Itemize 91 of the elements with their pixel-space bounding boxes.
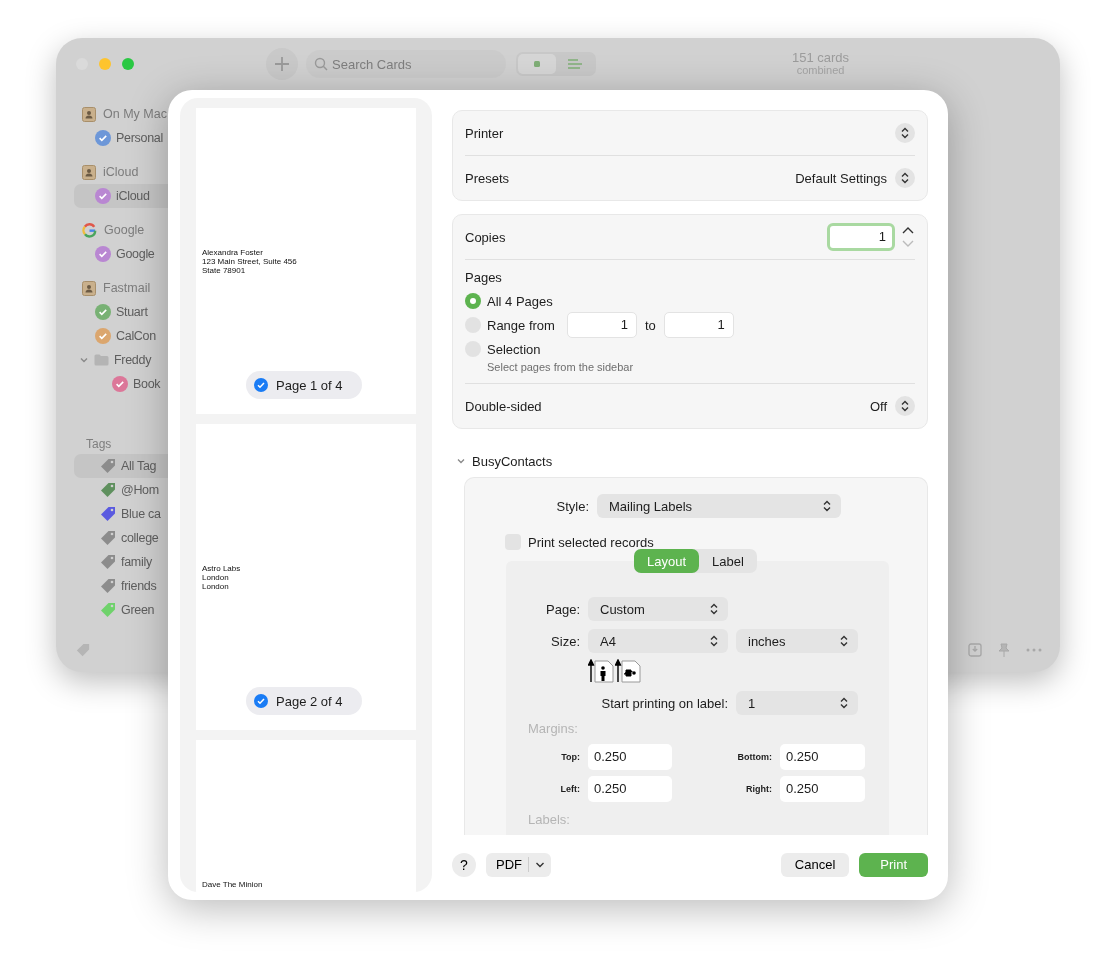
size-label: Size:: [550, 633, 580, 649]
copies-field[interactable]: 1: [827, 223, 895, 251]
caret-icon: [535, 860, 545, 869]
section-disclosure[interactable]: BusyContacts: [452, 451, 928, 471]
source-heading: Fastmail: [103, 281, 151, 295]
copies-label: Copies: [465, 229, 506, 245]
list-icon: [568, 59, 582, 69]
printer-popup[interactable]: Printer: [465, 111, 915, 155]
address-book-icon: [82, 164, 96, 180]
option-label: All 4 Pages: [487, 293, 553, 309]
page-label: Page:: [545, 601, 580, 617]
double-sided-value: Off: [869, 398, 887, 414]
style-label: Style:: [555, 498, 589, 514]
option-label: Selection: [487, 341, 541, 357]
popup-arrows-icon: [895, 168, 915, 188]
start-label: Start printing on label:: [600, 695, 728, 711]
zoom-button[interactable]: [122, 58, 134, 70]
range-from-field[interactable]: 1: [566, 312, 637, 338]
popup-arrows-icon: [823, 500, 831, 512]
colored-g-icon: [82, 222, 97, 238]
source-heading: iCloud: [103, 165, 139, 179]
double-sided-popup[interactable]: Double-sided Off: [465, 384, 915, 428]
address-line: 123 Main Street, Suite 456: [202, 257, 297, 266]
source-heading: On My Mac: [103, 107, 167, 121]
pages-label: Pages: [465, 270, 503, 285]
margin-label: Bottom:: [736, 752, 772, 762]
search-icon: [314, 57, 328, 71]
checkbox-label: Print selected records: [528, 534, 654, 550]
view-toggle[interactable]: [516, 52, 596, 76]
more-icon[interactable]: [1026, 648, 1042, 652]
double-sided-label: Double-sided: [465, 398, 542, 414]
chevron-icon[interactable]: [79, 355, 89, 365]
radio-button[interactable]: [465, 293, 481, 309]
start-label-dropdown[interactable]: 1: [736, 691, 858, 715]
unit-dropdown[interactable]: inches: [736, 629, 858, 653]
popup-arrows-icon: [895, 123, 915, 143]
address-line: Dave The Minion: [202, 880, 263, 889]
presets-label: Presets: [465, 170, 510, 186]
landscape-orientation-icon[interactable]: [615, 659, 641, 683]
inbox-icon[interactable]: [968, 643, 982, 657]
popup-arrows-icon: [840, 635, 848, 647]
margin-field[interactable]: 0.250: [588, 744, 672, 770]
search-field[interactable]: Search Cards: [306, 50, 506, 78]
address-book-icon: [82, 280, 96, 296]
margin-field[interactable]: 0.250: [780, 776, 865, 802]
help-button[interactable]: ?: [452, 852, 476, 877]
margin-label: Right:: [745, 784, 772, 794]
address-line: London: [202, 582, 230, 591]
popup-arrows-icon: [710, 603, 718, 615]
address-line: State 78901: [202, 266, 247, 275]
pin-icon[interactable]: [998, 643, 1010, 657]
labels-heading: Labels:: [528, 812, 571, 827]
margin-label: Left:: [559, 784, 580, 794]
address-line: Astro Labs: [202, 564, 241, 573]
page-checkbox[interactable]: Page 1 of 4: [246, 371, 362, 399]
margins-heading: Margins:: [528, 721, 579, 736]
page-checkbox[interactable]: Page 2 of 4: [246, 687, 362, 715]
stepper-icon[interactable]: [901, 225, 915, 249]
address-line: London: [202, 573, 230, 582]
popup-arrows-icon: [840, 697, 848, 709]
popup-arrows-icon: [710, 635, 718, 647]
option-hint: Select pages from the sidebar: [486, 361, 635, 373]
presets-value: Default Settings: [795, 170, 887, 186]
page-thumbnail[interactable]: Astro Labs London London Page 2 of 4: [196, 424, 416, 730]
range-to-field[interactable]: 1: [663, 312, 734, 338]
option-label: Range from: [487, 317, 555, 333]
tab[interactable]: Label: [699, 549, 757, 573]
printer-label: Printer: [465, 125, 504, 141]
range-to-label: to: [644, 317, 656, 333]
minimize-button[interactable]: [99, 58, 111, 70]
pdf-menu-button[interactable]: PDF: [486, 852, 551, 877]
margin-label: Top:: [560, 752, 580, 762]
page-thumbnail[interactable]: Dave The Minion: [196, 740, 416, 892]
source-heading: Google: [104, 223, 145, 237]
folder-icon: [94, 354, 109, 366]
presets-popup[interactable]: Presets Default Settings: [465, 156, 915, 200]
style-dropdown[interactable]: Mailing Labels: [597, 494, 841, 518]
popup-arrows-icon: [895, 396, 915, 416]
page-dropdown[interactable]: Custom: [588, 597, 728, 621]
size-dropdown[interactable]: A4: [588, 629, 728, 653]
portrait-orientation-icon[interactable]: [588, 659, 614, 683]
margin-field[interactable]: 0.250: [780, 744, 865, 770]
address-book-icon: [82, 106, 96, 122]
page-thumbnail[interactable]: Alexandra Foster 123 Main Street, Suite 456 State 78901 Page 1 of 4: [196, 108, 416, 414]
plus-icon: [274, 56, 290, 72]
tags-heading: Tags: [85, 436, 113, 453]
tag-icon[interactable]: [76, 643, 90, 657]
cancel-button[interactable]: Cancel: [780, 852, 850, 877]
add-button[interactable]: [266, 48, 298, 80]
address-line: Alexandra Foster: [202, 248, 264, 257]
margin-field[interactable]: 0.250: [588, 776, 672, 802]
